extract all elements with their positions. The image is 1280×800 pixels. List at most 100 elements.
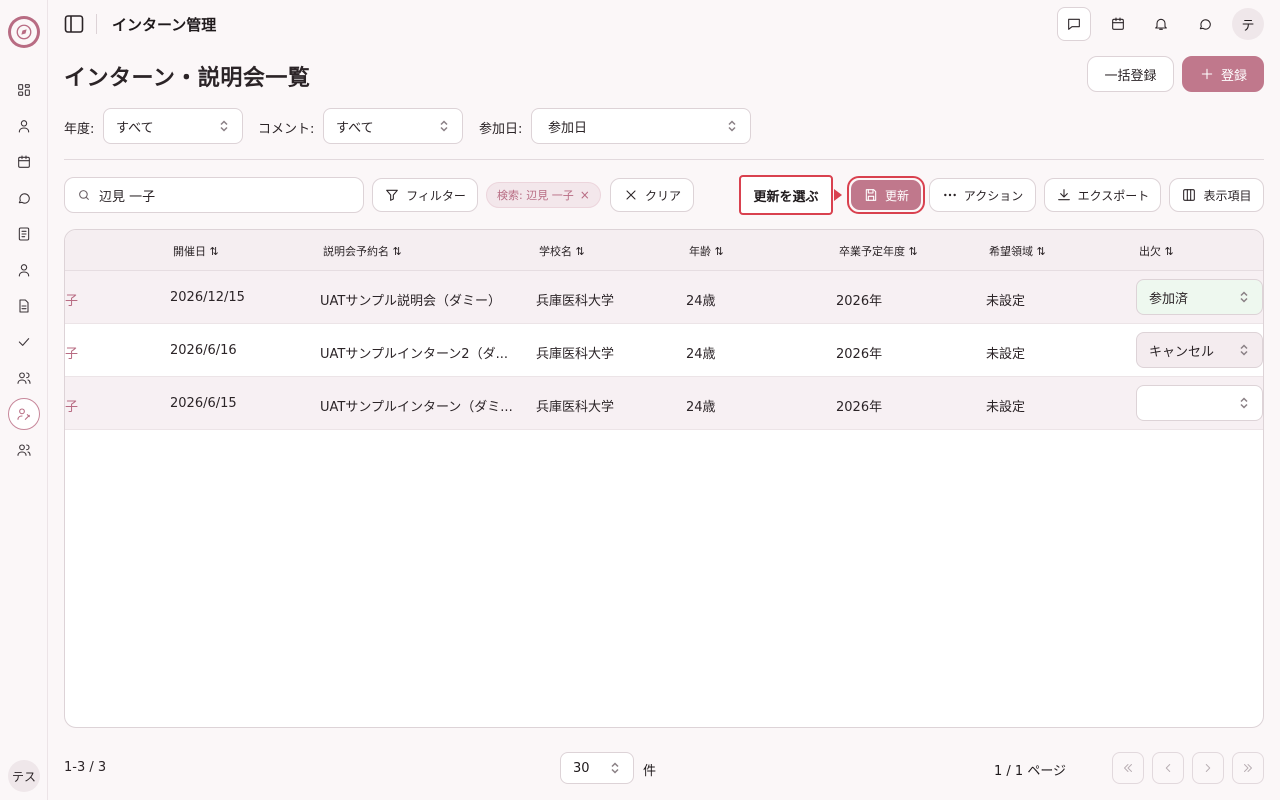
document-icon[interactable] xyxy=(12,294,36,318)
cell-area: 未設定 xyxy=(986,400,1026,415)
topbar-divider xyxy=(96,14,97,34)
user-icon[interactable] xyxy=(12,114,36,138)
search-filter-chip[interactable]: 検索: 辺見 一子 × xyxy=(486,182,601,208)
attendance-select[interactable]: 参加済 xyxy=(1136,279,1263,315)
join-date-filter-label: 参加日: xyxy=(479,122,523,137)
first-page-button[interactable] xyxy=(1112,752,1144,784)
cell-event: UATサンプル説明会（ダミー） xyxy=(320,294,501,309)
calendar-icon[interactable] xyxy=(1102,8,1134,40)
filter-button[interactable]: フィルター xyxy=(372,178,478,212)
intern-icon[interactable] xyxy=(8,398,40,430)
student-name-link[interactable]: 子 xyxy=(65,396,78,415)
header-event[interactable]: 説明会予約名 ⇅ xyxy=(323,243,402,259)
plus-icon xyxy=(1201,68,1213,80)
action-button[interactable]: アクション xyxy=(929,178,1036,212)
chat-icon[interactable] xyxy=(1189,8,1221,40)
chevrons-left-icon xyxy=(1124,764,1132,772)
columns-label: 表示項目 xyxy=(1203,188,1252,203)
search-value: 辺見 一子 xyxy=(99,189,156,205)
header-grad-year[interactable]: 卒業予定年度 ⇅ xyxy=(839,243,918,259)
student-name-link[interactable]: 子 xyxy=(65,290,78,309)
page-title: インターン・説明会一覧 xyxy=(64,66,311,91)
table-header: 開催日 ⇅ 説明会予約名 ⇅ 学校名 ⇅ 年齢 ⇅ 卒業予定年度 ⇅ 希望領域 … xyxy=(65,230,1263,271)
prev-page-button[interactable] xyxy=(1152,752,1184,784)
chevron-updown-icon xyxy=(726,120,738,132)
users-icon[interactable] xyxy=(12,366,36,390)
chevron-updown-icon xyxy=(1238,344,1250,356)
chevron-updown-icon xyxy=(609,762,621,774)
calendar-icon[interactable] xyxy=(12,150,36,174)
user-avatar[interactable]: テ xyxy=(1232,8,1264,40)
year-select-value: すべて xyxy=(116,120,154,136)
check-icon[interactable] xyxy=(12,330,36,354)
bell-icon[interactable] xyxy=(1145,8,1177,40)
next-page-button[interactable] xyxy=(1192,752,1224,784)
cell-age: 24歳 xyxy=(686,294,716,309)
attendance-select[interactable]: キャンセル xyxy=(1136,332,1263,368)
join-date-select[interactable]: 参加日 xyxy=(531,108,751,144)
page-size-value: 30 xyxy=(573,760,590,776)
app-logo[interactable] xyxy=(8,16,40,48)
more-horizontal-icon xyxy=(943,193,956,197)
cell-school: 兵庫医科大学 xyxy=(536,294,615,309)
action-label: アクション xyxy=(963,188,1024,203)
year-select[interactable]: すべて xyxy=(103,108,243,144)
notebook-icon[interactable] xyxy=(12,222,36,246)
comment-select[interactable]: すべて xyxy=(323,108,463,144)
bulk-register-label: 一括登録 xyxy=(1104,68,1157,84)
chevrons-right-icon xyxy=(1244,764,1252,772)
table-row[interactable]: 子 2026/12/15 UATサンプル説明会（ダミー） 兵庫医科大学 24歳 … xyxy=(65,271,1263,324)
update-highlight-ring xyxy=(847,176,925,214)
chevron-updown-icon xyxy=(1238,291,1250,303)
app-section-title: インターン管理 xyxy=(112,16,217,34)
chat-icon[interactable] xyxy=(12,186,36,210)
join-date-select-value: 参加日 xyxy=(548,120,588,136)
cell-school: 兵庫医科大学 xyxy=(536,400,615,415)
export-label: エクスポート xyxy=(1077,188,1150,203)
x-icon xyxy=(626,190,636,200)
callout-pointer xyxy=(834,189,842,201)
cell-event: UATサンプルインターン（ダミ... xyxy=(320,400,513,415)
header-attendance[interactable]: 出欠 ⇅ xyxy=(1139,243,1174,259)
page-size-select[interactable]: 30 xyxy=(560,752,634,784)
clear-label: クリア xyxy=(644,188,681,203)
sidebar: テス xyxy=(0,0,48,800)
person-icon[interactable] xyxy=(12,258,36,282)
attendance-value: 参加済 xyxy=(1149,291,1189,307)
columns-icon xyxy=(1183,189,1196,201)
sidebar-toggle-icon[interactable] xyxy=(64,14,84,34)
team-icon[interactable] xyxy=(12,438,36,462)
cell-age: 24歳 xyxy=(686,400,716,415)
close-icon[interactable]: × xyxy=(580,188,590,202)
cell-grad-year: 2026年 xyxy=(836,294,883,309)
cell-area: 未設定 xyxy=(986,294,1026,309)
student-name-link[interactable]: 子 xyxy=(65,343,78,362)
sidebar-user-avatar[interactable]: テス xyxy=(8,760,40,792)
table-row[interactable]: 子 2026/6/16 UATサンプルインターン2（ダ... 兵庫医科大学 24… xyxy=(65,324,1263,377)
cell-date: 2026/12/15 xyxy=(170,290,245,305)
header-school[interactable]: 学校名 ⇅ xyxy=(539,243,585,259)
chevron-right-icon xyxy=(1205,764,1211,772)
attendance-select[interactable] xyxy=(1136,385,1263,421)
bulk-register-button[interactable]: 一括登録 xyxy=(1087,56,1174,92)
search-input[interactable]: 辺見 一子 xyxy=(64,177,364,213)
result-count: 1-3 / 3 xyxy=(64,760,107,775)
table-row[interactable]: 子 2026/6/15 UATサンプルインターン（ダミ... 兵庫医科大学 24… xyxy=(65,377,1263,430)
cell-school: 兵庫医科大学 xyxy=(536,347,615,362)
attendance-value: キャンセル xyxy=(1149,344,1215,360)
header-date[interactable]: 開催日 ⇅ xyxy=(173,243,219,259)
export-button[interactable]: エクスポート xyxy=(1044,178,1161,212)
chevron-updown-icon xyxy=(1238,397,1250,409)
dashboard-icon[interactable] xyxy=(12,78,36,102)
register-button[interactable]: 登録 xyxy=(1182,56,1264,92)
register-label: 登録 xyxy=(1220,68,1247,84)
message-square-icon[interactable] xyxy=(1057,7,1091,41)
page-size-unit: 件 xyxy=(643,764,657,779)
section-divider xyxy=(64,159,1264,160)
columns-button[interactable]: 表示項目 xyxy=(1169,178,1264,212)
last-page-button[interactable] xyxy=(1232,752,1264,784)
search-icon xyxy=(79,190,90,201)
header-area[interactable]: 希望領域 ⇅ xyxy=(989,243,1046,259)
clear-button[interactable]: クリア xyxy=(610,178,694,212)
header-age[interactable]: 年齢 ⇅ xyxy=(689,243,724,259)
